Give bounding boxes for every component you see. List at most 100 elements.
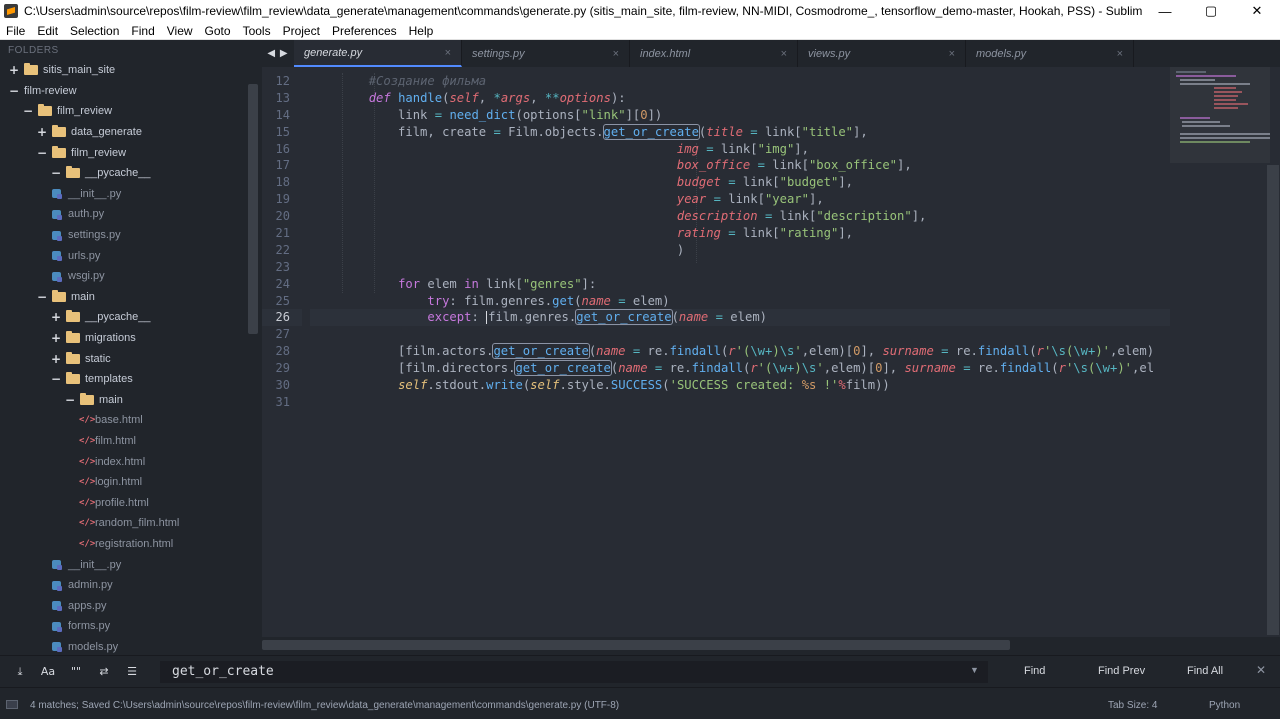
menu-item-selection[interactable]: Selection (64, 24, 125, 38)
horizontal-scrollbar[interactable] (262, 637, 1280, 655)
sidebar-folder[interactable]: − main (0, 287, 262, 308)
collapse-icon[interactable]: − (36, 146, 48, 160)
find-history-dropdown-icon[interactable]: ▼ (970, 665, 979, 675)
sidebar-file[interactable]: </> registration.html (0, 534, 262, 555)
collapse-icon[interactable]: − (64, 393, 76, 407)
tab-models-py[interactable]: models.py × (966, 40, 1134, 67)
find-prev-button[interactable]: Find Prev (1098, 665, 1145, 677)
wrap-toggle-icon[interactable]: ⇄ (92, 665, 116, 679)
code-line[interactable] (310, 259, 1170, 276)
code-line[interactable]: box_office = link["box_office"], (310, 157, 1170, 174)
menu-item-view[interactable]: View (161, 24, 199, 38)
menu-item-find[interactable]: Find (125, 24, 160, 38)
code-line[interactable]: budget = link["budget"], (310, 174, 1170, 191)
sidebar-file[interactable]: apps.py (0, 595, 262, 616)
sidebar-file[interactable]: </> index.html (0, 451, 262, 472)
sidebar-folder[interactable]: + migrations (0, 328, 262, 349)
sidebar-file[interactable]: </> profile.html (0, 492, 262, 513)
tab-settings-py[interactable]: settings.py × (462, 40, 630, 67)
menu-item-tools[interactable]: Tools (237, 24, 277, 38)
sidebar-file[interactable]: forms.py (0, 616, 262, 637)
expand-icon[interactable]: + (50, 352, 62, 366)
menu-item-goto[interactable]: Goto (199, 24, 237, 38)
code-line[interactable]: except: film.genres.get_or_create(name =… (310, 309, 1170, 327)
sidebar-folder[interactable]: − __pycache__ (0, 163, 262, 184)
sidebar-folder[interactable]: − templates (0, 369, 262, 390)
sidebar-folder[interactable]: + data_generate (0, 122, 262, 143)
code-line[interactable]: try: film.genres.get(name = elem) (310, 293, 1170, 310)
sidebar-scrollbar[interactable] (248, 84, 258, 334)
code-line[interactable]: img = link["img"], (310, 141, 1170, 158)
collapse-icon[interactable]: − (8, 84, 20, 98)
sidebar-folder[interactable]: − main (0, 390, 262, 411)
close-button[interactable]: ✕ (1234, 0, 1280, 22)
find-all-button[interactable]: Find All (1187, 665, 1223, 677)
code-line[interactable]: [film.actors.get_or_create(name = re.fin… (310, 343, 1170, 360)
code-line[interactable]: ) (310, 242, 1170, 259)
sidebar-file[interactable]: urls.py (0, 245, 262, 266)
code-line[interactable]: #Создание фильма (310, 73, 1170, 90)
sidebar-file[interactable]: models.py (0, 637, 262, 655)
code-line[interactable]: for elem in link["genres"]: (310, 276, 1170, 293)
code-line[interactable] (310, 326, 1170, 343)
menu-item-file[interactable]: File (0, 24, 31, 38)
sidebar-file[interactable]: </> random_film.html (0, 513, 262, 534)
tab-nav-arrows[interactable]: ◀ ▶ (262, 40, 294, 67)
minimize-button[interactable]: — (1142, 0, 1188, 22)
regex-toggle-icon[interactable]: ⤓ (8, 665, 32, 679)
sidebar-file[interactable]: wsgi.py (0, 266, 262, 287)
sidebar-file[interactable]: </> login.html (0, 472, 262, 493)
menu-item-edit[interactable]: Edit (31, 24, 64, 38)
close-tab-icon[interactable]: × (949, 48, 955, 60)
sidebar-file[interactable]: admin.py (0, 575, 262, 596)
code-line[interactable]: description = link["description"], (310, 208, 1170, 225)
minimap[interactable] (1170, 67, 1280, 637)
close-tab-icon[interactable]: × (1117, 48, 1123, 60)
code-editor[interactable]: 12 13 14 15 16 17 18 19 20 21 22 23 24 25 26 27 28 29 30 31… (262, 67, 1170, 637)
sidebar-folder[interactable]: + static (0, 348, 262, 369)
case-sensitive-toggle-icon[interactable]: Aa (36, 665, 60, 679)
sidebar-file[interactable]: __init__.py (0, 554, 262, 575)
tab-size-selector[interactable]: Tab Size: 4 (1108, 700, 1157, 711)
find-button[interactable]: Find (1024, 665, 1045, 677)
sidebar-folder[interactable]: + __pycache__ (0, 307, 262, 328)
sidebar-file[interactable]: </> base.html (0, 410, 262, 431)
expand-icon[interactable]: + (36, 125, 48, 139)
syntax-selector[interactable]: Python (1209, 700, 1240, 711)
code-line[interactable]: rating = link["rating"], (310, 225, 1170, 242)
tab-views-py[interactable]: views.py × (798, 40, 966, 67)
close-tab-icon[interactable]: × (613, 48, 619, 60)
vertical-scrollbar[interactable] (1267, 165, 1279, 635)
code-line[interactable]: link = need_dict(options["link"][0]) (310, 107, 1170, 124)
code-line[interactable] (310, 394, 1170, 411)
expand-icon[interactable]: + (50, 310, 62, 324)
collapse-icon[interactable]: − (22, 104, 34, 118)
collapse-icon[interactable]: − (50, 166, 62, 180)
close-tab-icon[interactable]: × (445, 47, 451, 59)
menu-item-help[interactable]: Help (403, 24, 440, 38)
maximize-button[interactable]: ▢ (1188, 0, 1234, 22)
collapse-icon[interactable]: − (36, 290, 48, 304)
sidebar-file[interactable]: auth.py (0, 204, 262, 225)
code-line[interactable]: [film.directors.get_or_create (name = re.… (310, 360, 1170, 377)
tab-generate-py[interactable]: generate.py × (294, 40, 462, 67)
sidebar-file[interactable]: __init__.py (0, 184, 262, 205)
sidebar-folder[interactable]: − film-review (0, 81, 262, 102)
sidebar-folder[interactable]: − film_review (0, 142, 262, 163)
panel-toggle-icon[interactable] (6, 700, 18, 709)
whole-word-toggle-icon[interactable]: "" (64, 665, 88, 679)
code-line[interactable]: def handle(self, *args, **options): (310, 90, 1170, 107)
sidebar-folder[interactable]: + sitis_main_site (0, 60, 262, 81)
collapse-icon[interactable]: − (50, 372, 62, 386)
sidebar-folder[interactable]: − film_review (0, 101, 262, 122)
horizontal-scrollbar-thumb[interactable] (262, 640, 1010, 650)
code-lines[interactable]: #Создание фильма def handle (self, *args,… (310, 73, 1170, 411)
minimap-viewport[interactable] (1170, 67, 1270, 163)
menu-item-project[interactable]: Project (277, 24, 326, 38)
code-line[interactable]: year = link["year"], (310, 191, 1170, 208)
in-selection-toggle-icon[interactable]: ☰ (120, 665, 144, 679)
sidebar-file[interactable]: </> film.html (0, 431, 262, 452)
code-line[interactable]: film, create = Film.objects.get_or_creat… (310, 123, 1170, 141)
close-find-icon[interactable]: ✕ (1256, 663, 1266, 677)
sidebar-file[interactable]: settings.py (0, 225, 262, 246)
